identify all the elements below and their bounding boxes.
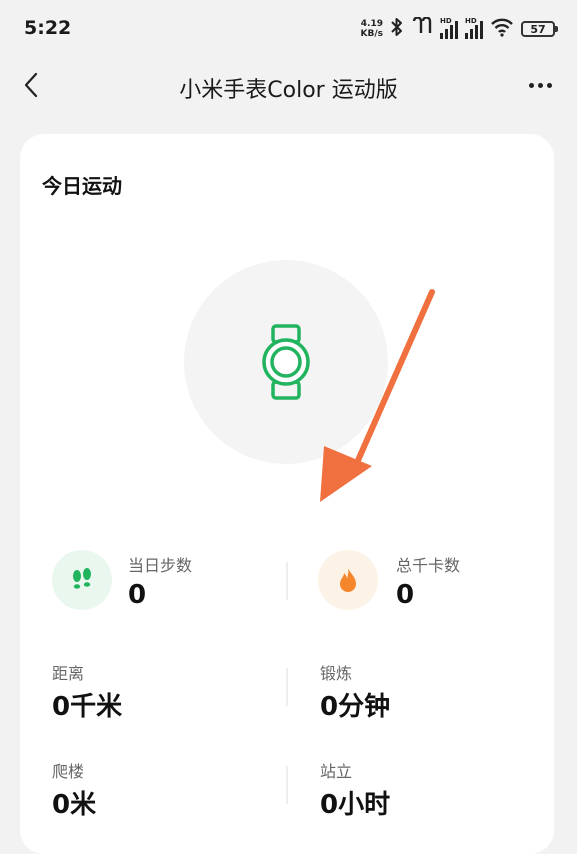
wifi-icon — [490, 17, 514, 41]
calories-icon-badge — [318, 550, 378, 610]
calories-label: 总千卡数 — [396, 556, 461, 575]
sim2-hd-label: HD — [465, 17, 477, 25]
calories-value: 0 — [396, 580, 415, 610]
watch-icon — [262, 324, 310, 400]
divider — [286, 668, 288, 706]
status-time: 5:22 — [24, 17, 72, 39]
exercise-value: 0分钟 — [320, 692, 391, 722]
signal-sim1-icon: HD — [440, 17, 458, 39]
stand-value: 0小时 — [320, 790, 391, 820]
more-dot-icon — [528, 82, 534, 88]
stand-label: 站立 — [320, 762, 353, 781]
navigation-bar: 小米手表Color 运动版 — [0, 58, 577, 114]
climb-label: 爬楼 — [52, 762, 85, 781]
network-speed-unit: KB/s — [360, 29, 383, 39]
exercise-label: 锻炼 — [320, 664, 353, 683]
sim1-hd-label: HD — [440, 17, 452, 25]
battery-icon: 57 — [521, 21, 558, 37]
distance-value: 0千米 — [52, 692, 123, 722]
steps-label: 当日步数 — [128, 556, 193, 575]
more-dot-icon — [546, 82, 552, 88]
flame-icon — [340, 567, 356, 592]
earbuds-icon — [411, 16, 433, 41]
steps-value: 0 — [128, 580, 147, 610]
divider — [286, 766, 288, 804]
network-speed: 4.19 KB/s — [361, 19, 383, 39]
more-dot-icon — [537, 82, 543, 88]
annotation-arrow-icon — [320, 289, 435, 502]
network-speed-value: 4.19 — [360, 19, 383, 29]
climb-value: 0米 — [52, 790, 97, 820]
page-title: 小米手表Color 运动版 — [179, 78, 398, 103]
divider — [286, 562, 288, 600]
bluetooth-icon — [390, 17, 404, 41]
distance-label: 距离 — [52, 664, 85, 683]
steps-icon-badge — [52, 550, 112, 610]
more-options-button[interactable] — [523, 72, 557, 98]
status-icons: 4.19 KB/s HD HD 57 — [361, 16, 558, 42]
signal-sim2-icon: HD — [465, 17, 483, 39]
today-activity-card[interactable]: 今日运动 当日步数 0 总千卡数 0 距离 0千米 锻炼 0分钟 爬楼 0米 站… — [20, 134, 554, 854]
status-bar: 5:22 4.19 KB/s HD HD 57 — [0, 0, 577, 58]
card-title: 今日运动 — [42, 174, 122, 198]
footprints-icon — [73, 568, 91, 589]
